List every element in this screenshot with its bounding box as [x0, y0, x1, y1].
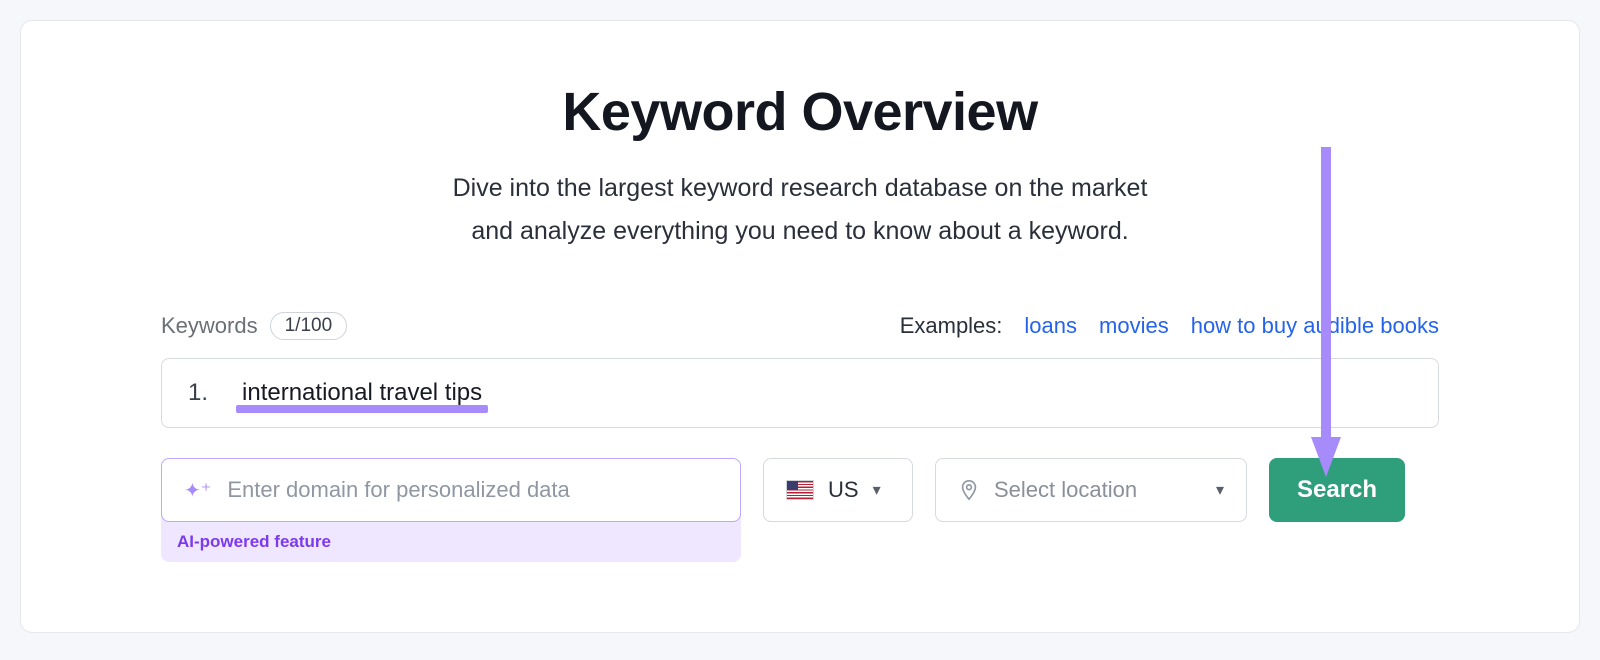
keyword-input-value: international travel tips — [242, 379, 482, 407]
domain-input-wrapper: ✦⁺ Enter domain for personalized data AI… — [161, 458, 741, 562]
country-select[interactable]: US ▾ — [763, 458, 913, 522]
controls-row: ✦⁺ Enter domain for personalized data AI… — [161, 458, 1439, 562]
search-button[interactable]: Search — [1269, 458, 1405, 522]
example-link-loans[interactable]: loans — [1024, 313, 1077, 339]
examples-label: Examples: — [900, 313, 1003, 339]
ai-feature-label: AI-powered feature — [171, 522, 741, 552]
subtitle-line-2: and analyze everything you need to know … — [471, 217, 1128, 245]
domain-input[interactable]: ✦⁺ Enter domain for personalized data — [161, 458, 741, 522]
highlight-underline — [236, 405, 488, 413]
keywords-counter-pill: 1/100 — [270, 312, 348, 340]
keyword-input[interactable]: 1. international travel tips — [161, 358, 1439, 428]
sparkle-icon: ✦⁺ — [184, 478, 211, 503]
page-title: Keyword Overview — [161, 81, 1439, 143]
example-link-movies[interactable]: movies — [1099, 313, 1169, 339]
examples-group: Examples: loans movies how to buy audibl… — [900, 313, 1439, 339]
chevron-down-icon: ▾ — [873, 480, 881, 500]
keyword-row-number: 1. — [188, 379, 208, 407]
country-select-value: US — [828, 477, 859, 503]
domain-input-placeholder: Enter domain for personalized data — [227, 477, 569, 503]
keywords-label-group: Keywords 1/100 — [161, 312, 347, 340]
location-select-placeholder: Select location — [994, 477, 1137, 503]
location-select[interactable]: Select location ▾ — [935, 458, 1247, 522]
pin-icon — [958, 479, 980, 501]
us-flag-icon — [786, 480, 814, 500]
example-link-audible[interactable]: how to buy audible books — [1191, 313, 1439, 339]
keyword-text: international travel tips — [242, 379, 482, 406]
page-subtitle: Dive into the largest keyword research d… — [161, 167, 1439, 252]
chevron-down-icon: ▾ — [1216, 480, 1224, 500]
subtitle-line-1: Dive into the largest keyword research d… — [453, 174, 1148, 202]
keywords-label: Keywords — [161, 313, 258, 339]
keyword-overview-card: Keyword Overview Dive into the largest k… — [20, 20, 1580, 633]
